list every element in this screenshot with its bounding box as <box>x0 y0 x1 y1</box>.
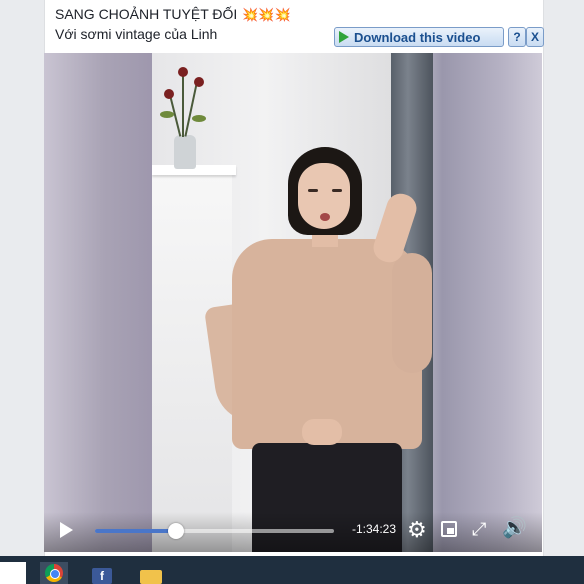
close-button[interactable]: X <box>526 27 544 47</box>
person <box>203 143 432 552</box>
right-sleeve <box>392 253 432 373</box>
vase <box>174 135 196 169</box>
progress-bar[interactable] <box>95 523 334 539</box>
leaf <box>160 111 174 118</box>
picture-in-picture-icon[interactable] <box>441 521 457 537</box>
progress-handle[interactable] <box>168 523 185 539</box>
time-remaining: -1:34:23 <box>352 522 397 536</box>
flower <box>194 77 204 87</box>
facebook-icon[interactable]: f <box>92 568 112 584</box>
progress-fill <box>95 529 177 533</box>
post-title: SANG CHOẢNH TUYỆT ĐỐI 💥💥💥 <box>55 6 291 23</box>
volume-icon[interactable]: 🔊 <box>502 517 527 539</box>
taskbar-edge <box>0 562 26 584</box>
explosion-emoji-icon: 💥💥💥 <box>242 7 291 22</box>
download-video-label: Download this video <box>354 29 481 45</box>
video-player[interactable] <box>44 53 542 552</box>
eye <box>332 189 342 192</box>
post-title-text: SANG CHOẢNH TUYỆT ĐỐI <box>55 6 238 22</box>
flower <box>164 89 174 99</box>
flower-stem <box>182 73 184 137</box>
taskbar <box>0 556 584 584</box>
hand <box>302 419 342 445</box>
mouth <box>320 213 330 221</box>
help-button[interactable]: ? <box>508 27 526 47</box>
fullscreen-icon[interactable]: ⤢ <box>472 518 486 540</box>
folder-icon[interactable] <box>140 570 162 584</box>
taskbar-chrome-button[interactable] <box>40 562 68 584</box>
download-toolbar: Download this video ? X <box>334 27 544 49</box>
video-controls: -1:34:23 ⚙ ⤢ 🔊 <box>44 512 542 552</box>
play-icon[interactable] <box>60 522 73 538</box>
eye <box>308 189 318 192</box>
play-arrow-icon <box>339 31 349 43</box>
chrome-icon <box>45 564 63 582</box>
video-frame <box>152 53 433 552</box>
gear-icon[interactable]: ⚙ <box>407 519 427 541</box>
flower <box>178 67 188 77</box>
leaf <box>192 115 206 122</box>
download-video-button[interactable]: Download this video <box>334 27 504 47</box>
post-subtitle: Với sơmi vintage của Linh <box>55 26 218 42</box>
